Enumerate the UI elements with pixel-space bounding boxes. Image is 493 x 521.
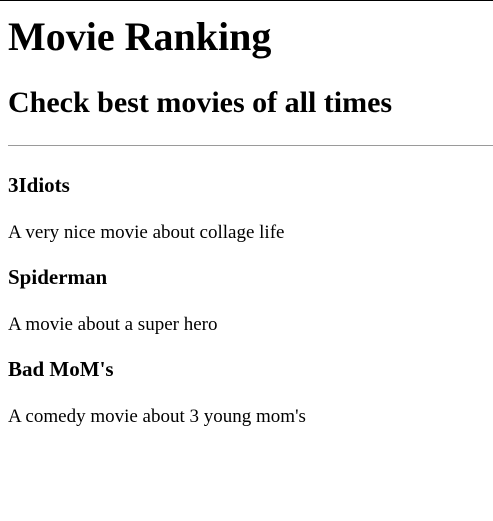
page-content: Movie Ranking Check best movies of all t…	[0, 14, 493, 428]
movie-title: Bad MoM's	[8, 357, 114, 381]
movie-item: 3Idiots A very nice movie about collage …	[8, 173, 485, 244]
movie-title: Spiderman	[8, 265, 108, 289]
movie-item: Bad MoM's A comedy movie about 3 young m…	[8, 357, 485, 428]
movie-description: A very nice movie about collage life	[8, 222, 285, 243]
movie-description: A comedy movie about 3 young mom's	[8, 406, 306, 427]
movie-title: 3Idiots	[8, 173, 70, 197]
movie-description: A movie about a super hero	[8, 314, 218, 335]
page-title: Movie Ranking	[8, 14, 272, 59]
movie-item: Spiderman A movie about a super hero	[8, 265, 485, 336]
page-subtitle: Check best movies of all times	[8, 86, 393, 119]
divider	[8, 145, 493, 146]
movie-list: 3Idiots A very nice movie about collage …	[8, 173, 485, 428]
